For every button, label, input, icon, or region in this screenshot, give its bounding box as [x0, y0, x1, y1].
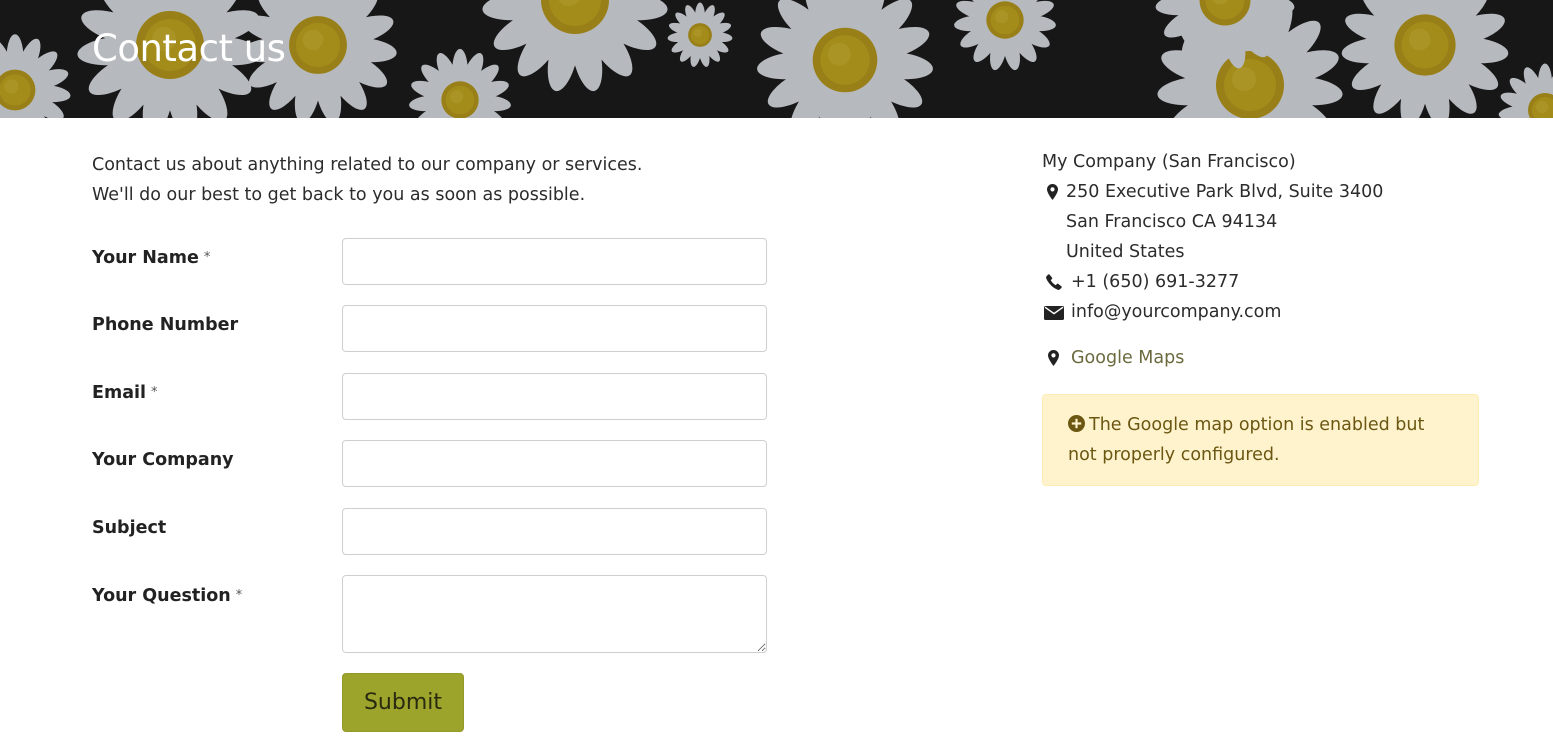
form-row-subject: Subject: [92, 508, 772, 556]
phone-input[interactable]: [342, 305, 767, 352]
map-marker-icon: [1047, 184, 1058, 200]
name-input[interactable]: [342, 238, 767, 285]
header-banner: Contact us: [0, 0, 1553, 118]
phone-icon: [1046, 274, 1062, 290]
subject-label: Subject: [92, 518, 166, 538]
question-textarea[interactable]: [342, 575, 767, 653]
form-row-phone: Phone Number: [92, 305, 772, 353]
subject-label-text: Subject: [92, 518, 167, 538]
company-label-text: Your Company: [92, 450, 234, 470]
google-maps-link-wrap: Google Maps: [1071, 343, 1184, 373]
address-line-1: 250 Executive Park Blvd, Suite 3400: [1066, 182, 1384, 202]
name-label: Your Name *: [92, 248, 210, 268]
map-marker-icon: [1048, 350, 1059, 366]
alert-text: The Google map option is enabled but not…: [1068, 415, 1425, 465]
subject-input[interactable]: [342, 508, 767, 555]
plus-circle-icon: [1068, 415, 1085, 432]
form-row-company: Your Company: [92, 440, 772, 488]
email-label-text: Email: [92, 383, 146, 403]
required-mark: *: [203, 250, 211, 265]
required-mark: *: [151, 385, 158, 400]
envelope-icon: [1044, 306, 1064, 320]
company-label: Your Company: [92, 450, 234, 470]
submit-button[interactable]: Submit: [342, 673, 464, 732]
email-label: Email *: [92, 383, 158, 403]
intro-text: Contact us about anything related to our…: [92, 150, 792, 210]
company-input[interactable]: [342, 440, 767, 487]
address-line-2: San Francisco CA 94134: [1066, 212, 1278, 232]
required-mark: *: [235, 588, 243, 603]
map-config-alert: The Google map option is enabled but not…: [1042, 394, 1479, 486]
company-name: My Company (San Francisco): [1042, 152, 1296, 172]
form-row-email: Email *: [92, 373, 772, 421]
name-label-text: Your Name: [92, 248, 199, 268]
email-address: info@yourcompany.com: [1071, 302, 1282, 322]
question-label-text: Your Question: [92, 586, 231, 606]
address-line-3: United States: [1066, 242, 1185, 262]
phone-label-text: Phone Number: [92, 315, 239, 335]
intro-line-2: We'll do our best to get back to you as …: [92, 185, 586, 205]
phone-label: Phone Number: [92, 315, 238, 335]
email-input[interactable]: [342, 373, 767, 420]
page-title: Contact us: [92, 27, 286, 70]
form-row-name: Your Name *: [92, 238, 772, 286]
question-label: Your Question *: [92, 586, 242, 606]
phone-number: +1 (650) 691-3277: [1071, 272, 1240, 292]
google-maps-link[interactable]: Google Maps: [1071, 348, 1184, 368]
intro-line-1: Contact us about anything related to our…: [92, 155, 643, 175]
